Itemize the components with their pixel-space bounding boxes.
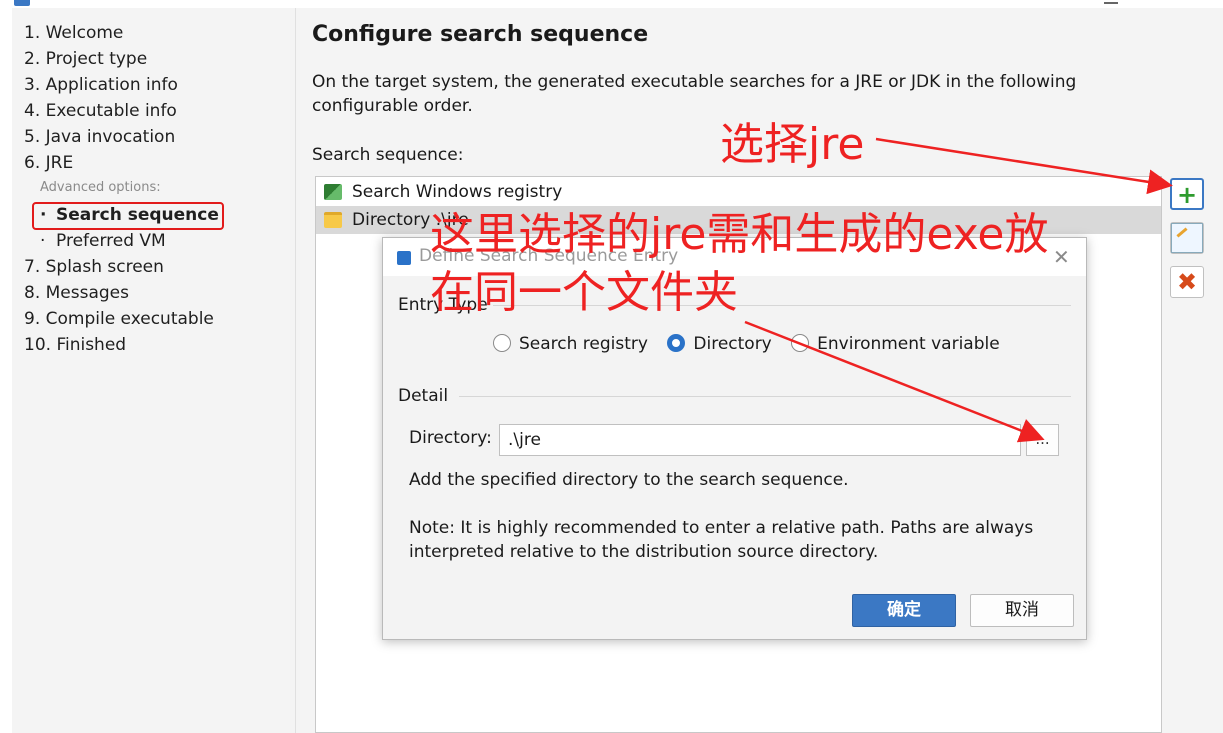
sidebar-item-messages[interactable]: 8. Messages — [24, 281, 129, 305]
annotation-select-jre: 选择jre — [720, 119, 865, 170]
sidebar-item-application-info[interactable]: 3. Application info — [24, 73, 178, 97]
radio-environment-variable[interactable]: Environment variable — [791, 332, 1000, 356]
sidebar-item-project-type[interactable]: 2. Project type — [24, 47, 147, 71]
annotation-same-folder-line1: 这里选择的jre需和生成的exe放 — [430, 209, 1049, 260]
advanced-options-heading: Advanced options: — [40, 180, 161, 195]
cancel-button[interactable]: 取消 — [970, 594, 1074, 627]
edit-icon — [1171, 223, 1203, 253]
sidebar-item-jre[interactable]: 6. JRE — [24, 151, 73, 175]
search-sequence-label: Search sequence: — [312, 145, 464, 165]
entry-type-radio-group: Search registry Directory Environment va… — [493, 332, 1014, 356]
directory-input[interactable] — [499, 424, 1021, 456]
sidebar-item-finished[interactable]: 10. Finished — [24, 333, 126, 357]
sidebar-item-welcome[interactable]: 1. Welcome — [24, 21, 123, 45]
radio-search-registry[interactable]: Search registry — [493, 332, 648, 356]
remove-entry-button[interactable]: ✖ — [1170, 266, 1204, 298]
bullet: · — [40, 231, 46, 251]
plus-icon: + — [1176, 181, 1198, 209]
radio-label: Environment variable — [817, 334, 1000, 354]
sidebar-item-preferred-vm[interactable]: · Preferred VM — [40, 229, 166, 253]
minimize-button[interactable] — [1104, 2, 1118, 4]
bullet: · — [40, 205, 47, 225]
sidebar-item-search-sequence[interactable]: · Search sequence — [40, 203, 219, 227]
browse-button[interactable]: ... — [1026, 424, 1059, 456]
sidebar-item-java-invocation[interactable]: 5. Java invocation — [24, 125, 175, 149]
delete-icon: ✖ — [1176, 268, 1198, 296]
radio-label: Search registry — [519, 334, 648, 354]
sidebar: 1. Welcome 2. Project type 3. Applicatio… — [12, 8, 296, 733]
sidebar-item-executable-info[interactable]: 4. Executable info — [24, 99, 177, 123]
detail-heading: Detail — [398, 386, 449, 406]
directory-hint: Add the specified directory to the searc… — [409, 470, 849, 490]
annotation-same-folder-line2: 在同一个文件夹 — [430, 267, 738, 318]
edit-entry-button[interactable] — [1170, 222, 1204, 254]
sidebar-item-compile-executable[interactable]: 9. Compile executable — [24, 307, 214, 331]
add-entry-button[interactable]: + — [1170, 178, 1204, 210]
radio-label: Directory — [693, 334, 772, 354]
radio-circle — [667, 334, 686, 352]
sidebar-item-splash-screen[interactable]: 7. Splash screen — [24, 255, 164, 279]
close-icon[interactable]: ✕ — [1053, 245, 1070, 269]
ok-button[interactable]: 确定 — [852, 594, 956, 627]
relative-path-note: Note: It is highly recommended to enter … — [409, 518, 1034, 562]
sidebar-item-label: Search sequence — [56, 205, 219, 225]
folder-icon — [324, 212, 342, 228]
radio-circle — [493, 334, 511, 352]
radio-directory[interactable]: Directory — [667, 332, 772, 356]
divider — [459, 396, 1071, 397]
sidebar-item-label: Preferred VM — [56, 231, 166, 251]
app-icon — [14, 0, 30, 6]
registry-icon — [324, 184, 342, 200]
directory-label: Directory: — [409, 428, 492, 448]
radio-circle — [791, 334, 810, 352]
title-bar — [0, 0, 1223, 8]
dialog-app-icon — [397, 251, 411, 265]
page-title: Configure search sequence — [312, 22, 649, 47]
